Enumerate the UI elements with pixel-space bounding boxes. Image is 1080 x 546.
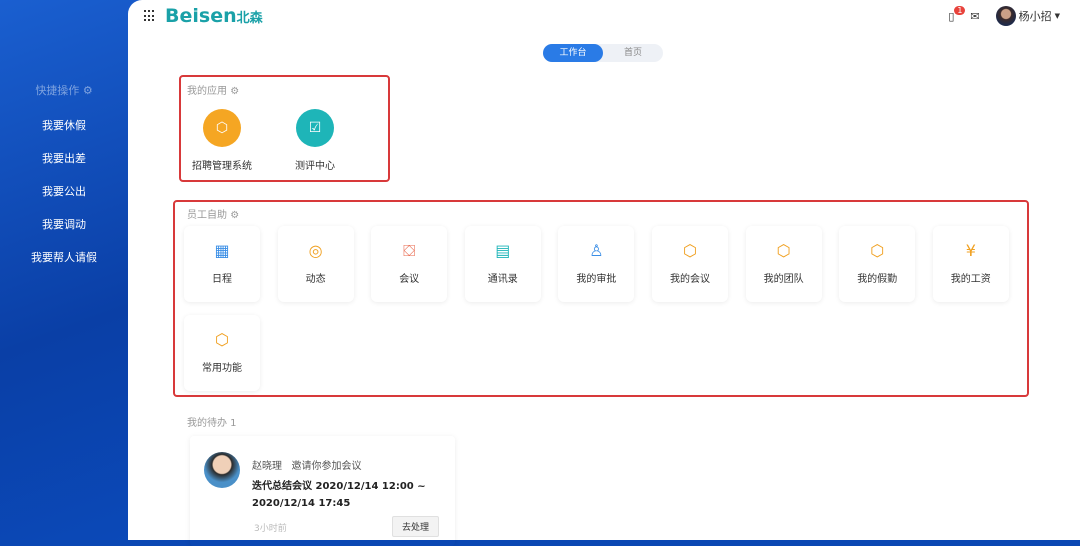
notification-icon[interactable]: ▯ 1	[948, 5, 966, 23]
meeting-icon: ⛋	[403, 241, 416, 260]
tile-label: 我的会议	[670, 274, 710, 285]
tile-label: 常用功能	[202, 363, 242, 374]
checklist-icon: ☑	[296, 109, 334, 147]
app-grid-icon[interactable]	[144, 10, 156, 22]
gear-icon[interactable]: ⚙	[230, 86, 239, 97]
cube-icon: ⬡	[870, 241, 885, 260]
todo-title: 我的待办 1	[187, 418, 237, 429]
todo-time: 3小时前	[254, 524, 287, 534]
tile-1[interactable]: ◎ 动态	[278, 226, 354, 302]
tile-3[interactable]: ▤ 通讯录	[465, 226, 541, 302]
tile-label: 我的团队	[763, 274, 804, 285]
app-recruitment[interactable]: ⬡ 招聘管理系统	[182, 109, 262, 172]
cube-icon: ⬡	[683, 241, 697, 260]
tab-home[interactable]: 首页	[603, 44, 663, 62]
cube-icon: ⬡	[776, 241, 791, 260]
self-service-title: 员工自助 ⚙	[187, 210, 240, 221]
tile-label: 日程	[212, 274, 232, 285]
tile-label: 我的假勤	[857, 274, 898, 285]
tile-label: 动态	[305, 274, 326, 285]
tile-label: 通讯录	[487, 274, 518, 285]
tile-0[interactable]: ▦ 日程	[184, 226, 260, 302]
todo-action: 邀请你参加会议	[291, 461, 362, 472]
tile-8[interactable]: ¥ 我的工资	[933, 226, 1009, 302]
tile-6[interactable]: ⬡ 我的团队	[746, 226, 822, 302]
process-button[interactable]: 去处理	[392, 516, 440, 537]
tile-label: 会议	[399, 274, 420, 285]
tile-7[interactable]: ⬡ 我的假勤	[839, 226, 915, 302]
contacts-icon: ▤	[495, 241, 511, 260]
tile-5[interactable]: ⬡ 我的会议	[652, 226, 728, 302]
approval-icon: ♙	[589, 241, 604, 260]
sidebar: 快捷操作 ⚙ 我要休假 我要出差 我要公出 我要调动 我要帮人请假	[0, 0, 140, 540]
calendar-icon: ▦	[214, 241, 230, 260]
tile-label: 我的工资	[950, 274, 991, 285]
main-content: Beisen北森 ▯ 1 ✉ 杨小招 ▼ 工作台 首页 我的应用 ⚙ ⬡ 招聘管理系统…	[128, 0, 1080, 540]
cube-icon: ⬡	[203, 109, 241, 147]
chevron-down-icon: ▼	[1054, 12, 1060, 20]
sidebar-item-leave[interactable]: 我要休假	[0, 117, 128, 133]
activity-icon: ◎	[308, 241, 323, 260]
avatar	[995, 6, 1016, 26]
tile-2[interactable]: ⛋ 会议	[371, 226, 447, 302]
logo[interactable]: Beisen北森	[165, 5, 263, 27]
tab-bar: 工作台 首页	[543, 44, 663, 62]
tile-4[interactable]: ♙ 我的审批	[558, 226, 634, 302]
todo-sender: 赵晓理	[252, 461, 282, 472]
salary-icon: ¥	[965, 241, 976, 260]
todo-card: 赵晓理 邀请你参加会议 迭代总结会议 2020/12/14 12:00 ~202…	[190, 436, 455, 546]
gear-icon[interactable]: ⚙	[83, 84, 93, 97]
tab-workbench[interactable]: 工作台	[543, 44, 603, 62]
gear-icon[interactable]: ⚙	[230, 210, 239, 221]
sidebar-item-trip[interactable]: 我要出差	[0, 150, 128, 166]
app-assessment[interactable]: ☑ 测评中心	[275, 109, 355, 172]
cube-icon: ⬡	[215, 330, 229, 349]
mail-icon[interactable]: ✉	[970, 10, 979, 23]
user-menu[interactable]: 杨小招 ▼	[995, 6, 1060, 26]
avatar	[204, 452, 240, 488]
sidebar-item-transfer[interactable]: 我要调动	[0, 216, 128, 232]
quick-actions-title: 快捷操作 ⚙	[35, 84, 93, 97]
sidebar-item-business-out[interactable]: 我要公出	[0, 183, 128, 199]
sidebar-item-leave-for-others[interactable]: 我要帮人请假	[0, 249, 128, 265]
todo-content: 迭代总结会议 2020/12/14 12:00 ~2020/12/14 17:4…	[252, 481, 426, 509]
tile-label: 我的审批	[576, 274, 617, 285]
tile-9[interactable]: ⬡ 常用功能	[184, 315, 260, 391]
notification-badge: 1	[954, 5, 966, 15]
my-apps-title: 我的应用 ⚙	[187, 86, 240, 97]
